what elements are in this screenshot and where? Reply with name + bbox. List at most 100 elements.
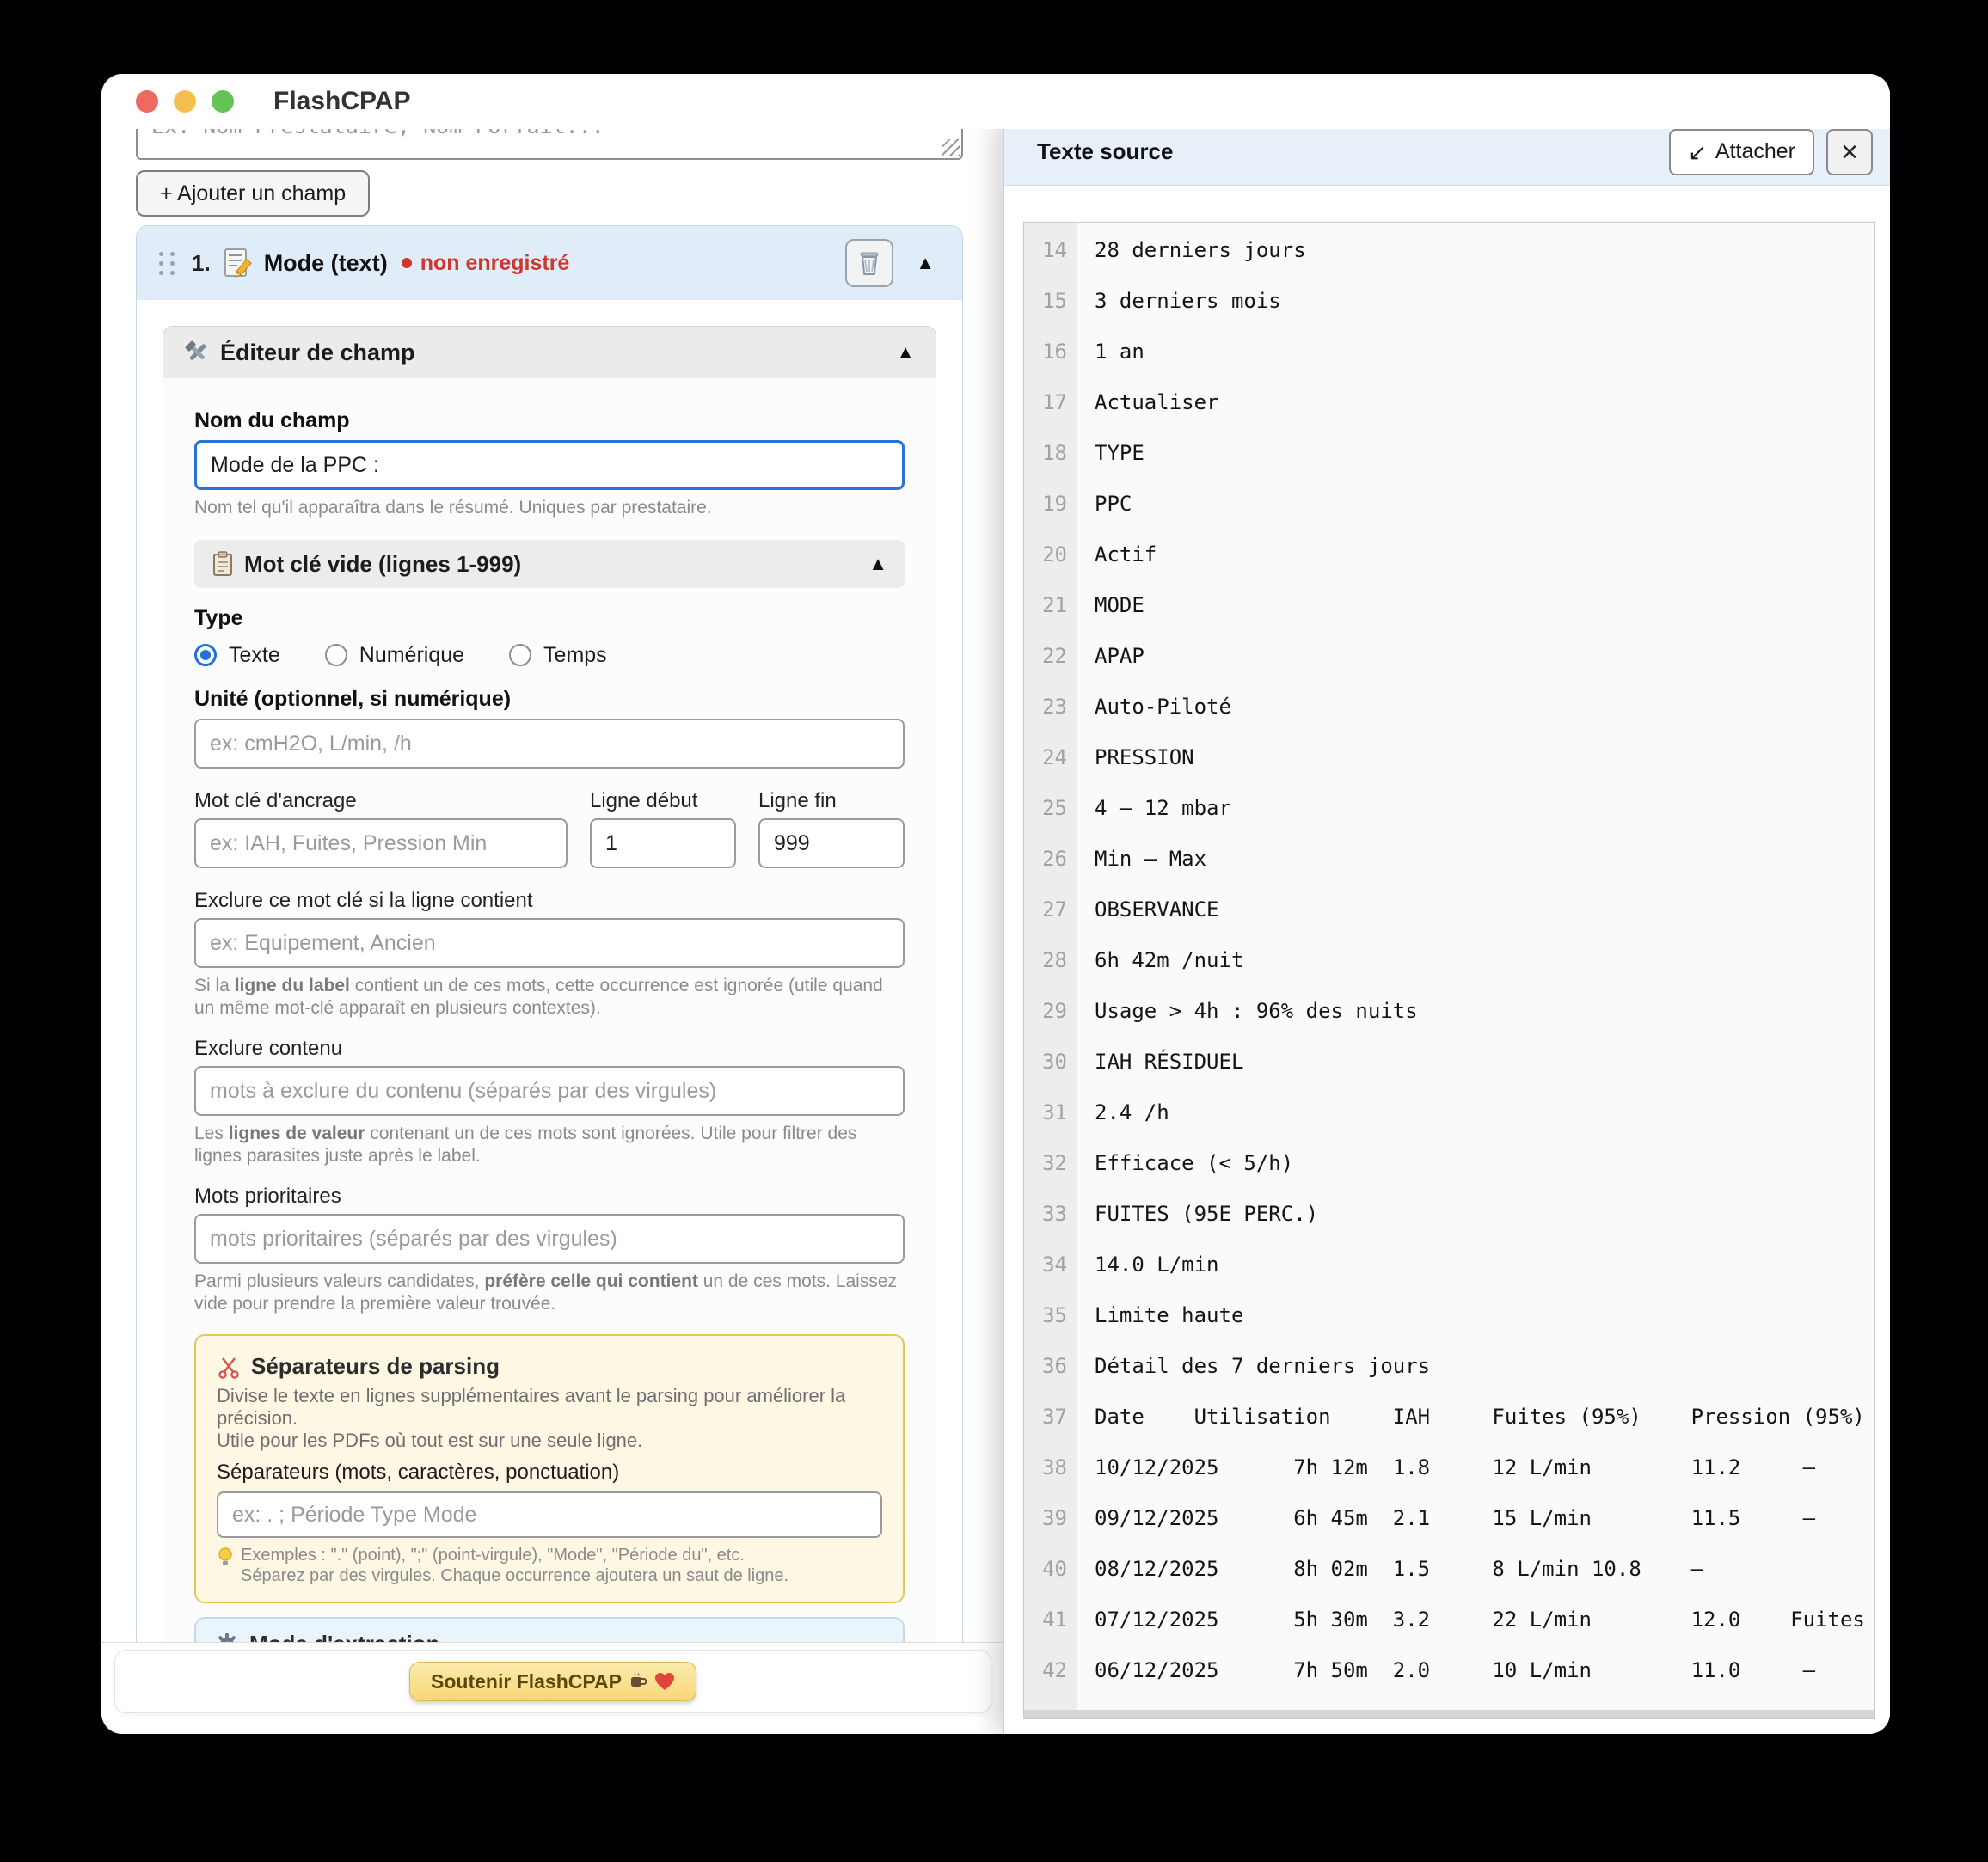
source-line: 20Actif (1024, 529, 1874, 579)
textarea-resize-handle[interactable] (942, 139, 960, 156)
line-number: 42 (1024, 1658, 1077, 1682)
source-line: 1428 derniers jours (1024, 224, 1874, 275)
line-text: 3 derniers mois (1077, 289, 1281, 313)
priority-words-help: Parmi plusieurs valeurs candidates, préf… (194, 1271, 905, 1315)
source-line: 18TYPE (1024, 427, 1874, 478)
field-card-body: Éditeur de champ ▲ Nom du champ Nom tel … (137, 300, 962, 1642)
field-title: Mode (text) (264, 250, 388, 277)
radio-label: Temps (543, 643, 607, 668)
type-radio-temps[interactable]: Temps (509, 643, 607, 668)
add-field-button[interactable]: + Ajouter un champ (136, 170, 370, 217)
exclude-content-help: Les lignes de valeur contenant un de ces… (194, 1123, 905, 1167)
line-number: 33 (1024, 1202, 1077, 1226)
source-line: 26Min – Max (1024, 833, 1874, 884)
line-number: 20 (1024, 542, 1077, 567)
description-textarea[interactable]: Ex: Nom Prestataire, Nom Forfait... (136, 129, 963, 160)
source-line: 4107/12/2025 5h 30m 3.2 22 L/min 12.0 Fu… (1024, 1594, 1874, 1645)
separators-title-row: Séparateurs de parsing (217, 1353, 882, 1380)
source-line: 21MODE (1024, 579, 1874, 630)
source-panel-title: Texte source (1037, 138, 1173, 165)
line-text: 08/12/2025 8h 02m 1.5 8 L/min 10.8 – (1077, 1557, 1703, 1581)
horizontal-scrollbar[interactable] (1024, 1710, 1874, 1718)
line-end-label: Ligne fin (758, 789, 905, 813)
type-radio-texte[interactable]: Texte (194, 643, 280, 668)
tools-icon (184, 340, 210, 365)
delete-field-button[interactable] (845, 239, 893, 287)
line-number: 18 (1024, 441, 1077, 465)
type-radio-numérique[interactable]: Numérique (325, 643, 464, 668)
editor-header: Éditeur de champ ▲ (163, 327, 936, 378)
radio-icon[interactable] (325, 644, 347, 666)
priority-words-label: Mots prioritaires (194, 1185, 905, 1209)
source-line: 4008/12/2025 8h 02m 1.5 8 L/min 10.8 – (1024, 1543, 1874, 1594)
line-text: 28 derniers jours (1077, 238, 1306, 262)
unsaved-status-badge: non enregistré (402, 251, 570, 276)
line-number: 23 (1024, 695, 1077, 719)
field-name-input[interactable] (194, 440, 905, 490)
line-text: 10/12/2025 7h 12m 1.8 12 L/min 11.2 – (1077, 1455, 1815, 1479)
line-number: 29 (1024, 999, 1077, 1023)
field-editor-card: Éditeur de champ ▲ Nom du champ Nom tel … (163, 326, 936, 1642)
line-text: 09/12/2025 6h 45m 2.1 15 L/min 11.5 – (1077, 1506, 1815, 1530)
source-text-panel: Texte source ↙ Attacher × 1428 derniers … (1003, 119, 1890, 1734)
line-text: 07/12/2025 5h 30m 3.2 22 L/min 12.0 Fuit… (1077, 1608, 1865, 1632)
line-number: 38 (1024, 1455, 1077, 1479)
memo-icon (221, 247, 252, 279)
source-line: 24PRESSION (1024, 732, 1874, 782)
extraction-mode-box: Mode d'extraction (194, 1617, 905, 1642)
exclude-content-input[interactable] (194, 1066, 905, 1116)
clipboard-icon (212, 551, 234, 577)
zoom-window-button[interactable] (212, 90, 234, 113)
line-end-input[interactable] (758, 818, 905, 868)
exclude-line-input[interactable] (194, 918, 905, 968)
line-text: 4 – 12 mbar (1077, 796, 1231, 820)
attach-button[interactable]: ↙ Attacher (1669, 129, 1814, 175)
separators-title: Séparateurs de parsing (251, 1353, 500, 1380)
radio-icon[interactable] (194, 644, 217, 666)
line-number: 16 (1024, 340, 1077, 364)
source-line: 35Limite haute (1024, 1289, 1874, 1340)
heart-icon (654, 1672, 675, 1691)
anchor-input[interactable] (194, 818, 568, 868)
line-number: 24 (1024, 745, 1077, 769)
separators-box: Séparateurs de parsing Divise le texte e… (194, 1334, 905, 1603)
separators-hint: Exemples : "." (point), ";" (point-virgu… (217, 1545, 882, 1586)
radio-icon[interactable] (509, 644, 531, 666)
line-number: 39 (1024, 1506, 1077, 1530)
source-line: 37Date Utilisation IAH Fuites (95%) Pres… (1024, 1391, 1874, 1442)
drag-handle-icon[interactable] (159, 252, 176, 275)
gear-icon (215, 1632, 239, 1643)
line-text: PPC (1077, 492, 1132, 516)
priority-words-input[interactable] (194, 1214, 905, 1264)
separators-input-label: Séparateurs (mots, caractères, ponctuati… (217, 1461, 882, 1485)
close-panel-button[interactable]: × (1826, 129, 1873, 175)
line-number: 14 (1024, 238, 1077, 262)
line-text: 2.4 /h (1077, 1100, 1169, 1124)
collapse-editor-icon[interactable]: ▲ (896, 343, 915, 362)
unit-input[interactable] (194, 719, 905, 769)
line-start-input[interactable] (590, 818, 736, 868)
minimize-window-button[interactable] (174, 90, 196, 113)
coffee-icon (629, 1672, 647, 1691)
type-radio-group: Texte Numérique Temps (194, 640, 905, 671)
description-placeholder: Ex: Nom Prestataire, Nom Forfait... (151, 129, 604, 138)
separators-input[interactable] (217, 1491, 882, 1538)
editor-title: Éditeur de champ (220, 340, 415, 366)
source-line: 33FUITES (95E PERC.) (1024, 1188, 1874, 1239)
source-text-box[interactable]: 1428 derniers jours153 derniers mois161 … (1023, 222, 1875, 1719)
close-window-button[interactable] (136, 90, 158, 113)
line-number: 35 (1024, 1303, 1077, 1327)
line-text: Usage > 4h : 96% des nuits (1077, 999, 1418, 1023)
source-lines: 1428 derniers jours153 derniers mois161 … (1024, 224, 1874, 1695)
collapse-keyword-icon[interactable]: ▲ (868, 554, 887, 573)
line-number: 37 (1024, 1405, 1077, 1429)
support-button[interactable]: Soutenir FlashCPAP (409, 1662, 696, 1701)
support-container: Soutenir FlashCPAP (114, 1650, 991, 1713)
keyword-section: Mot clé vide (lignes 1-999) ▲ Type Texte… (194, 540, 905, 1642)
separators-desc: Divise le texte en lignes supplémentaire… (217, 1385, 882, 1452)
line-text: Auto-Piloté (1077, 695, 1231, 719)
source-line: 23Auto-Piloté (1024, 681, 1874, 732)
source-line: 29Usage > 4h : 96% des nuits (1024, 985, 1874, 1036)
source-line: 4206/12/2025 7h 50m 2.0 10 L/min 11.0 – (1024, 1645, 1874, 1695)
collapse-field-icon[interactable]: ▲ (916, 254, 935, 273)
